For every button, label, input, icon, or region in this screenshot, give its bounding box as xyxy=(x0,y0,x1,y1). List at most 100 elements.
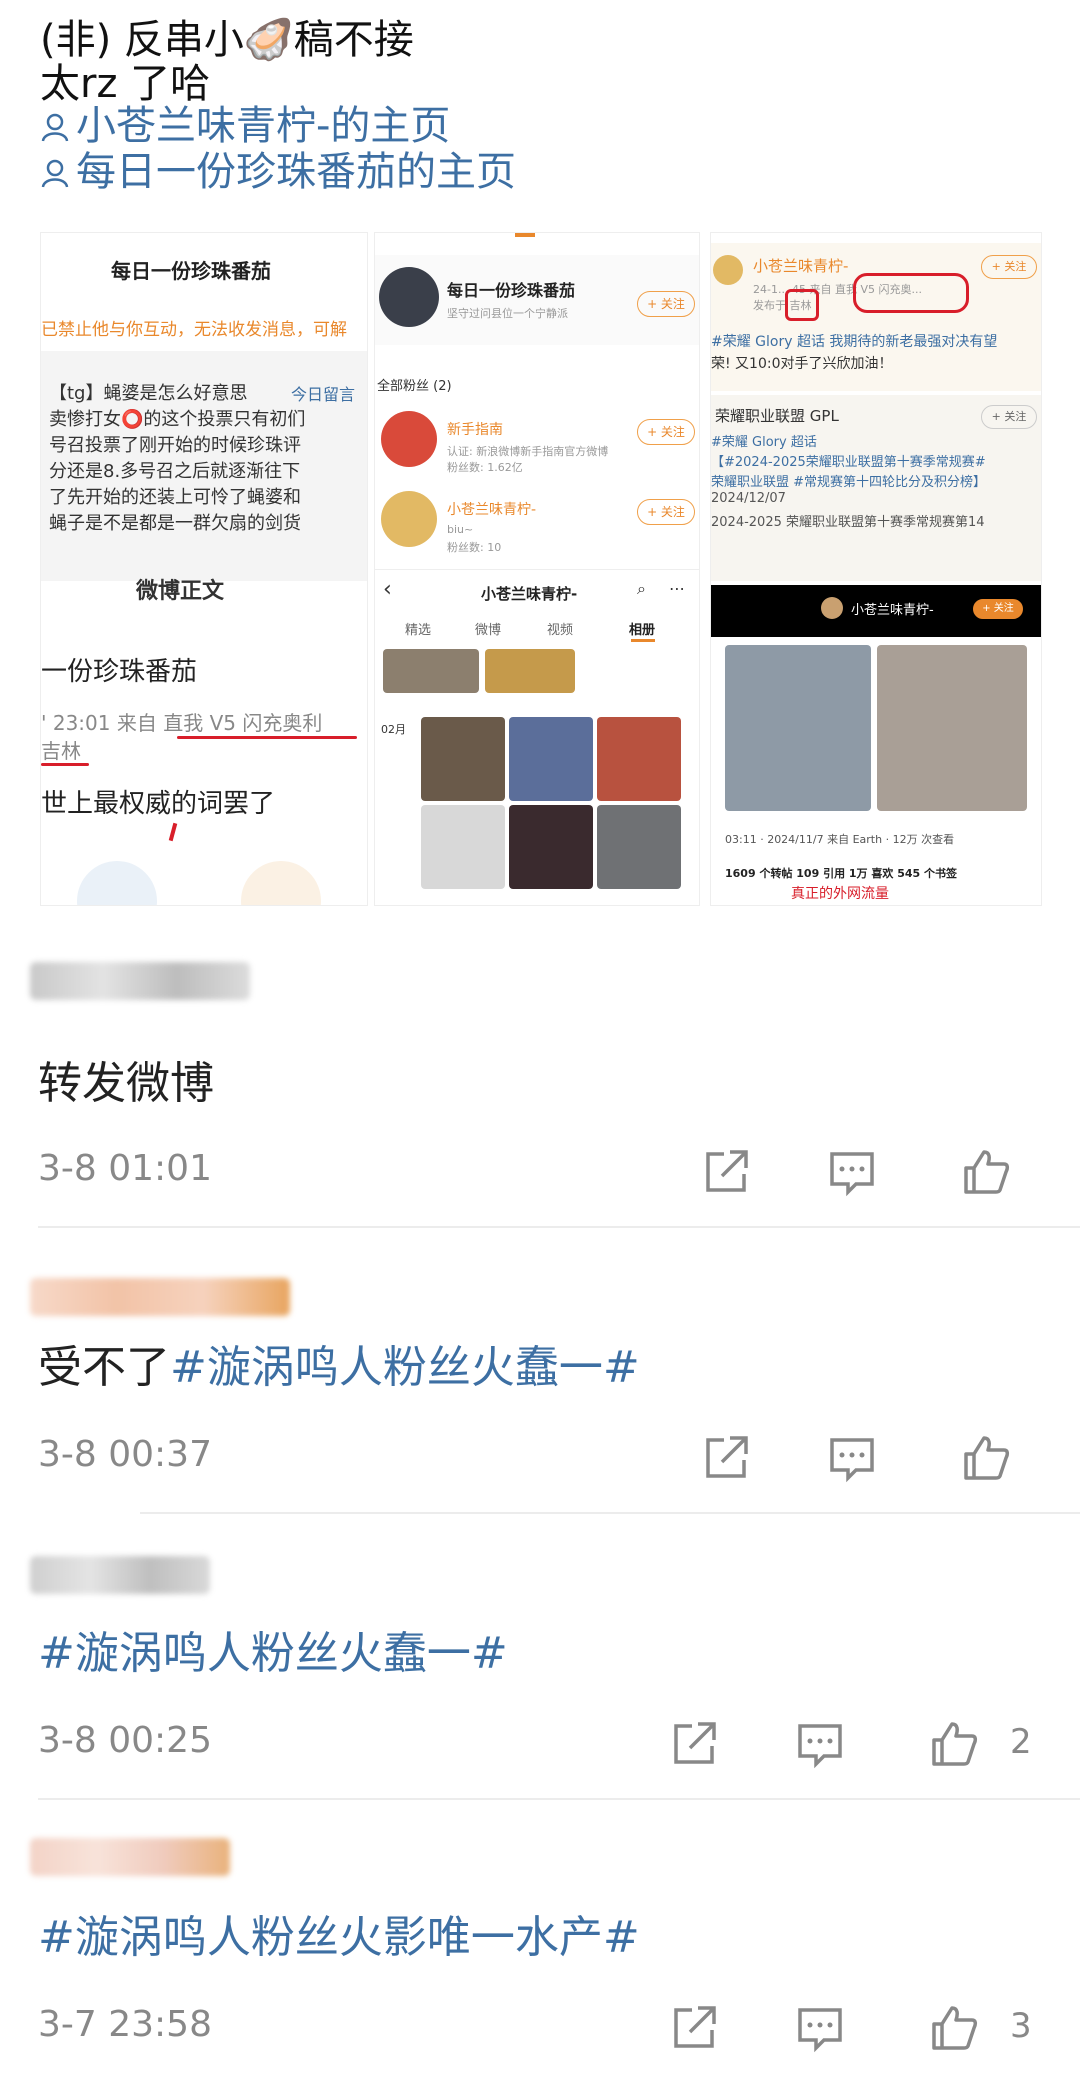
comment-icon[interactable] xyxy=(794,1718,846,1770)
red-circle-mark xyxy=(785,289,819,321)
tab-indicator xyxy=(631,639,655,642)
shot1-msg-line-6: 蝇子是不是都是一群欠扇的剑货 xyxy=(49,513,301,534)
fan1-name: 新手指南 xyxy=(447,422,503,438)
avatar xyxy=(381,411,437,467)
avatar xyxy=(821,597,843,619)
hashtag-link[interactable]: #漩涡鸣人粉丝火蠢一# xyxy=(38,1624,508,1684)
red-underline xyxy=(41,763,89,766)
shot2-name: 每日一份珍珠番茄 xyxy=(447,281,576,300)
share-icon[interactable] xyxy=(668,2002,720,2054)
video-frame[interactable] xyxy=(725,645,871,811)
comment-time: 3-8 01:01 xyxy=(38,1148,212,1189)
shot1-title: 每日一份珍珠番茄 xyxy=(111,259,271,283)
more-icon[interactable]: ⋯ xyxy=(669,579,685,598)
red-underline xyxy=(177,736,357,739)
divider xyxy=(38,1226,1080,1228)
tab-weibo[interactable]: 微博 xyxy=(475,619,501,638)
video-frame[interactable] xyxy=(877,645,1027,811)
comment-text: 转发微博 xyxy=(38,1058,214,1109)
blurred-username[interactable] xyxy=(30,1838,230,1876)
album-month: 02月 xyxy=(381,723,406,736)
back-icon[interactable]: ‹ xyxy=(383,577,392,602)
album-photo[interactable] xyxy=(421,717,505,801)
profile-link-1-label: 小苍兰味青柠-的主页 xyxy=(76,103,451,149)
fan1-sub2: 粉丝数: 1.62亿 xyxy=(447,461,523,474)
divider xyxy=(375,569,699,570)
album-photo[interactable] xyxy=(509,717,593,801)
comment-text: 受不了#漩涡鸣人粉丝火蠢一# xyxy=(38,1338,640,1398)
album-photo[interactable] xyxy=(597,717,681,801)
like-icon[interactable] xyxy=(928,1718,980,1770)
profile-link-2[interactable]: 每日一份珍珠番茄的主页 xyxy=(40,146,516,198)
comment-time: 3-8 00:25 xyxy=(38,1720,212,1761)
comment-icon[interactable] xyxy=(826,1146,878,1198)
shot3-org-line-4: 2024/12/07 xyxy=(711,491,786,506)
follow-button[interactable]: + 关注 xyxy=(973,599,1023,619)
shot3-post-line-2: 荣! 又10:0对手了兴欣加油！ xyxy=(711,356,893,372)
shot1-blocked-notice: 已禁止他与你互动，无法收发消息，可解 xyxy=(41,320,347,340)
comment-icon[interactable] xyxy=(826,1432,878,1484)
shot3-org-line-5: 2024-2025 荣耀职业联盟第十赛季常规赛第14 xyxy=(711,515,985,530)
like-icon[interactable] xyxy=(960,1146,1012,1198)
like-icon[interactable] xyxy=(960,1432,1012,1484)
follow-button[interactable]: + 关注 xyxy=(981,255,1037,279)
search-icon[interactable]: ⌕ xyxy=(637,579,646,599)
shot1-msg-line-5: 了先开始的还装上可怜了蝇婆和 xyxy=(49,487,301,508)
screenshot-2[interactable]: 每日一份珍珠番茄 坚守过问县位一个宁静派 + 关注 全部粉丝 (2) 新手指南 … xyxy=(374,232,700,906)
shot3-org-line-1: #荣耀 Glory 超话 xyxy=(711,435,817,450)
blurred-username[interactable] xyxy=(30,1556,210,1594)
shot2-profile-title: 小苍兰味青柠- xyxy=(481,585,578,603)
user-icon xyxy=(41,113,69,142)
profile-link-2-label: 每日一份珍珠番茄的主页 xyxy=(76,149,516,195)
fan2-sub1: biu~ xyxy=(447,523,474,536)
album-photo[interactable] xyxy=(597,805,681,889)
share-icon[interactable] xyxy=(668,1718,720,1770)
shot1-action-circle xyxy=(241,861,321,905)
like-count: 3 xyxy=(1010,2006,1032,2046)
shot3-org: 荣耀职业联盟 GPL xyxy=(715,407,839,425)
red-mark xyxy=(168,822,178,842)
shot1-body: 世上最权威的词罢了 xyxy=(41,789,276,819)
tab-video[interactable]: 视频 xyxy=(547,619,573,638)
comment-time: 3-8 00:37 xyxy=(38,1434,212,1475)
shot1-message-tag: 今日留言 xyxy=(291,385,356,404)
shot3-post-line-1: #荣耀 Glory 超话 我期待的新老最强对决有望 xyxy=(711,334,998,350)
shot3-org-line-3: 荣耀职业联盟 #常规赛第十四轮比分及积分榜】 xyxy=(711,475,987,490)
shot1-location: 吉林 xyxy=(41,739,81,763)
like-count: 2 xyxy=(1010,1722,1032,1762)
shot1-meta: ' 23:01 来自 直我 V5 闪充奥利 xyxy=(41,711,323,735)
comment-text-plain: 受不了 xyxy=(38,1342,170,1393)
profile-link-1[interactable]: 小苍兰味青柠-的主页 xyxy=(40,100,450,152)
shot1-cut-title: 微博正文 xyxy=(136,579,225,604)
album-photo[interactable] xyxy=(509,805,593,889)
video-meta: 03:11 · 2024/11/7 来自 Earth · 12万 次查看 xyxy=(725,833,955,846)
tab-album[interactable]: 相册 xyxy=(629,619,655,638)
fan1-sub1: 认证: 新浪微博新手指南官方微博 xyxy=(447,445,609,458)
screenshot-1[interactable]: 每日一份珍珠番茄 已禁止他与你互动，无法收发消息，可解 今日留言 【tg】蝇婆是… xyxy=(40,232,368,906)
comment-icon[interactable] xyxy=(794,2002,846,2054)
follow-button[interactable]: + 关注 xyxy=(637,291,695,317)
hashtag-link[interactable]: #漩涡鸣人粉丝火蠢一# xyxy=(170,1342,640,1393)
fan2-name: 小苍兰味青柠- xyxy=(447,502,537,518)
album-photo[interactable] xyxy=(421,805,505,889)
shot3-org-line-2: 【#2024-2025荣耀职业联盟第十赛季常规赛# xyxy=(711,455,986,470)
like-icon[interactable] xyxy=(928,2002,980,2054)
album-photo[interactable] xyxy=(485,649,575,693)
shot1-msg-line-3: 号召投票了刚开始的时候珍珠评 xyxy=(49,435,301,456)
tab-selected[interactable]: 精选 xyxy=(405,619,431,638)
album-photo[interactable] xyxy=(383,649,479,693)
blurred-username[interactable] xyxy=(30,1278,290,1316)
comment-time: 3-7 23:58 xyxy=(38,2004,212,2045)
share-icon[interactable] xyxy=(700,1432,752,1484)
red-circle-mark xyxy=(853,273,969,313)
avatar xyxy=(713,255,743,285)
follow-button[interactable]: + 关注 xyxy=(981,405,1037,429)
shot3-name: 小苍兰味青柠- xyxy=(753,257,849,275)
shot1-author: 一份珍珠番茄 xyxy=(41,657,198,687)
blurred-username[interactable] xyxy=(30,962,250,1000)
hashtag-link[interactable]: #漩涡鸣人粉丝火影唯一水产# xyxy=(38,1908,640,1968)
follow-button[interactable]: + 关注 xyxy=(637,419,695,445)
follow-button[interactable]: + 关注 xyxy=(637,499,695,525)
screenshot-3[interactable]: 小苍兰味青柠- + 关注 24-1... 45 来自 直我 V5 闪充奥... … xyxy=(710,232,1042,906)
share-icon[interactable] xyxy=(700,1146,752,1198)
